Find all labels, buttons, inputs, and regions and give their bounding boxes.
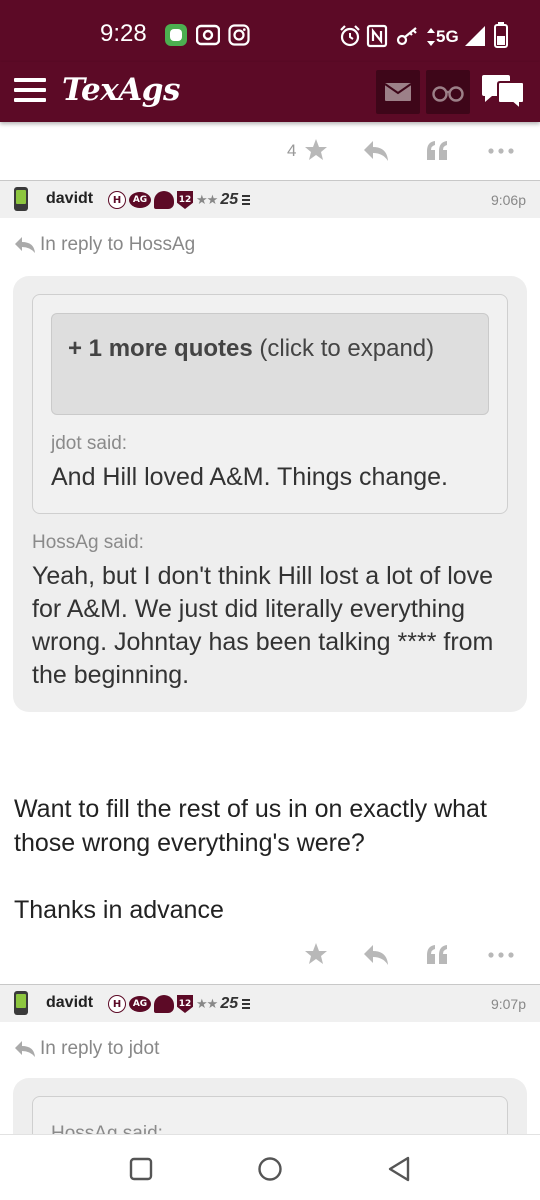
reply-to-link[interactable]: In reply to HossAg [14,234,195,256]
post-username[interactable]: davidt [46,190,93,208]
nfc-icon [366,24,388,48]
data-arrows-icon [427,28,435,46]
thread-content[interactable]: 4 davidt H AG 12 ★★ 25 9:06p In reply to… [0,122,540,1134]
signal-icon [465,26,485,46]
post-header: davidt H AG 12 ★★ 25 9:06p [0,180,540,218]
user-badges: H AG 12 ★★ 25 [108,994,251,1014]
post-body-text: Thanks in advance [14,896,224,924]
badge-year: 25 [220,191,239,208]
quote-block: HossAg said: [13,1078,527,1134]
quote-block: + 1 more quotes (click to expand) jdot s… [13,276,527,712]
battery-icon [494,22,508,48]
reply-arrow-icon [15,1041,35,1057]
badge-year: 25 [220,995,239,1012]
reply-to-link[interactable]: In reply to jdot [14,1038,159,1060]
quote-author: HossAg said: [51,1123,163,1134]
reply-icon[interactable] [363,140,389,162]
year-stripes-icon [242,195,251,205]
app-bar: TexAgs [0,62,540,122]
quote-icon[interactable] [426,140,448,160]
texags-logo[interactable]: TexAgs [62,72,180,108]
more-options-icon[interactable] [488,952,516,958]
user-badges: H AG 12 ★★ 25 [108,190,251,210]
quote-text: And Hill loved A&M. Things change. [51,463,448,491]
more-quotes-expander[interactable]: + 1 more quotes (click to expand) [51,313,489,415]
more-options-icon[interactable] [488,148,516,154]
badge-h: H [108,191,126,209]
status-bar: 9:28 5G [0,0,540,62]
reply-icon[interactable] [363,944,389,966]
reply-arrow-icon [15,237,35,253]
quote-text: Yeah, but I don't think Hill lost a lot … [32,562,494,689]
quote-icon[interactable] [426,944,448,964]
mobile-device-icon [14,991,28,1015]
watch-button[interactable] [426,70,470,114]
home-circle-icon[interactable] [257,1156,283,1182]
post-body-text: Want to fill the rest of us in on exactl… [14,795,487,857]
more-quotes-count: + 1 more quotes [68,335,253,362]
year-stripes-icon [242,999,251,1009]
rec-notification-icon [196,24,220,46]
post-time: 9:07p [490,996,526,1012]
back-triangle-icon[interactable] [387,1156,411,1182]
rating-stars: ★★ [196,996,218,1012]
reply-to-text[interactable]: In reply to jdot [40,1038,159,1060]
star-icon[interactable] [304,942,328,966]
rating-stars: ★★ [196,192,218,208]
nested-quote: HossAg said: [32,1096,508,1134]
post-username[interactable]: davidt [46,994,93,1012]
badge-h: H [108,995,126,1013]
system-nav-bar [0,1134,540,1200]
recents-square-icon[interactable] [129,1157,153,1181]
more-quotes-hint: (click to expand) [252,335,435,362]
quote-author: HossAg said: [32,532,144,553]
network-label: 5G [436,27,459,46]
binoculars-icon [432,86,464,102]
alarm-icon [340,25,360,47]
previous-post-actions: 4 [0,122,540,178]
helmet-badge-icon [154,191,174,209]
status-time: 9:28 [100,20,147,47]
badge-12: 12 [177,995,193,1013]
helmet-badge-icon [154,995,174,1013]
instagram-notification-icon [228,24,250,46]
mail-icon [384,83,412,101]
star-count: 4 [287,141,297,160]
chat-notification-icon [165,24,187,46]
post-header: davidt H AG 12 ★★ 25 9:07p [0,984,540,1022]
mobile-device-icon [14,187,28,211]
star-icon[interactable] [304,138,328,162]
post-actions [0,926,540,982]
badge-ag: AG [129,996,151,1012]
post-time: 9:06p [490,192,526,208]
badge-ag: AG [129,192,151,208]
vpn-key-icon [396,27,417,46]
quote-author: jdot said: [51,433,128,454]
mail-button[interactable] [376,70,420,114]
menu-icon[interactable] [14,78,46,102]
chat-bubbles-icon[interactable] [480,74,526,110]
reply-to-text[interactable]: In reply to HossAg [40,234,195,256]
badge-12: 12 [177,191,193,209]
nested-quote: + 1 more quotes (click to expand) jdot s… [32,294,508,514]
